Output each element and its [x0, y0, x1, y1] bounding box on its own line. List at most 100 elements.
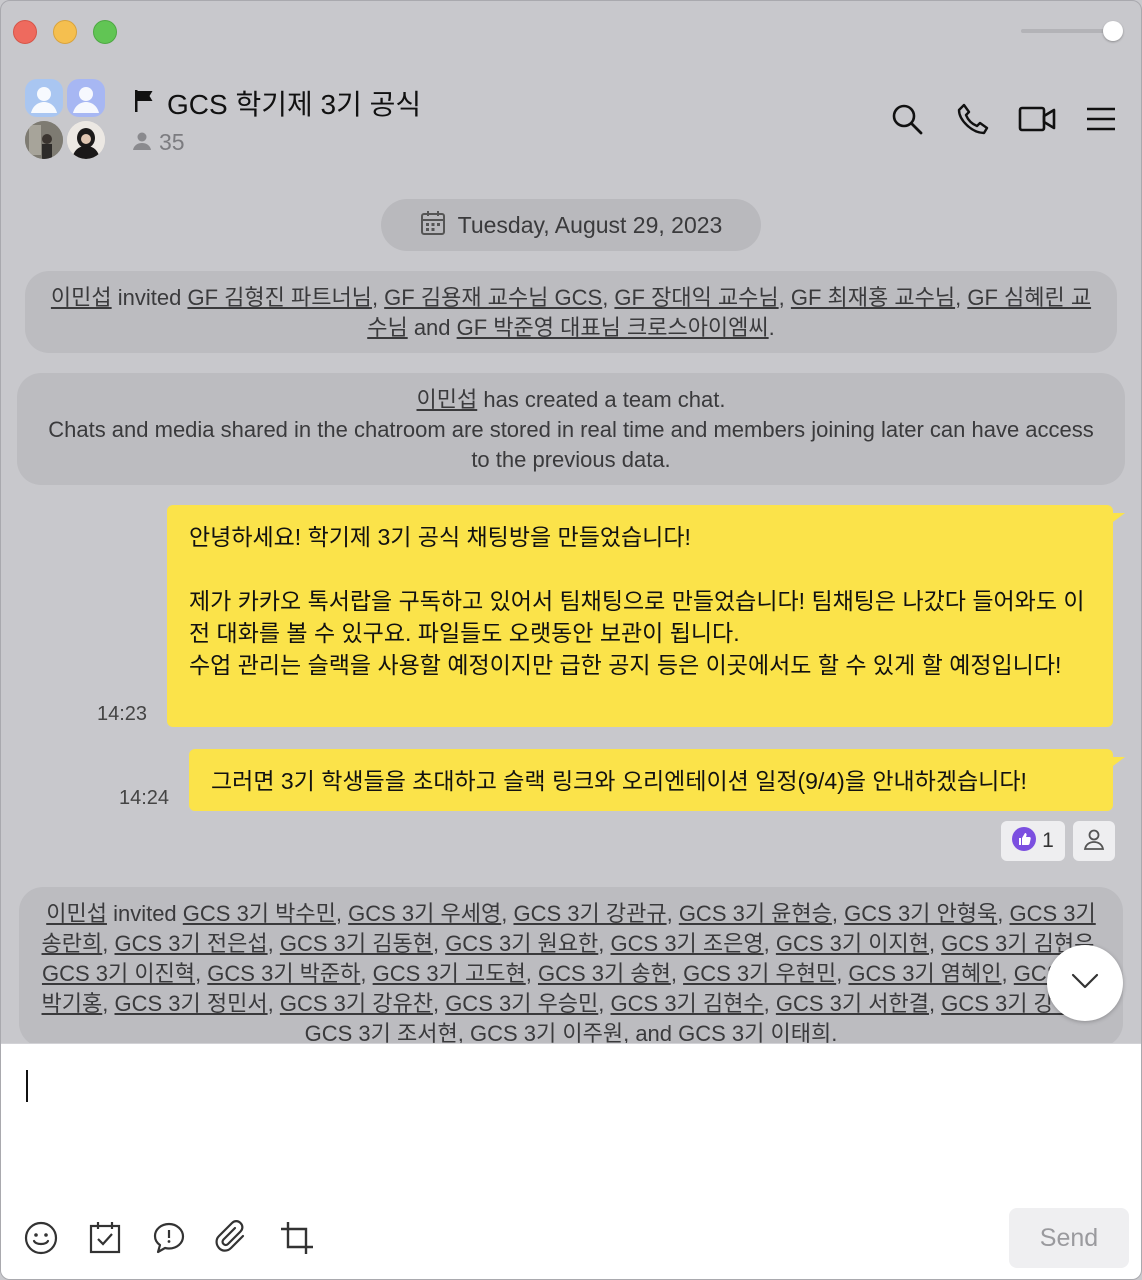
system-text: , — [928, 931, 942, 956]
system-text: , — [267, 991, 280, 1016]
system-text: and — [407, 315, 457, 340]
member-count-row[interactable]: 35 — [131, 129, 185, 156]
system-text: , — [102, 931, 115, 956]
message-line: 제가 카카오 톡서랍을 구독하고 있어서 팀채팅으로 만들었습니다! 팀채팅은 … — [189, 588, 1085, 646]
user-link[interactable]: 이민섭 — [51, 285, 112, 310]
system-text: , — [831, 901, 845, 926]
reaction-count: 1 — [1042, 829, 1054, 852]
reaction-badge[interactable]: 1 — [1001, 821, 1065, 861]
user-link[interactable]: GF 김용재 교수님 GCS — [384, 285, 602, 310]
message-line — [189, 553, 1091, 585]
user-link[interactable]: GCS 3기 박수민 — [183, 901, 336, 926]
thumbs-up-icon — [1012, 827, 1037, 855]
minimize-window-button[interactable] — [53, 20, 77, 44]
chat-avatar-group[interactable] — [25, 79, 107, 161]
opacity-slider-track[interactable] — [1021, 29, 1113, 33]
crop-icon[interactable] — [277, 1218, 317, 1258]
user-link[interactable]: GCS 3기 윤현승 — [679, 901, 832, 926]
message-bubble[interactable]: 그러면 3기 학생들을 초대하고 슬랙 링크와 오리엔테이션 일정(9/4)을 … — [189, 749, 1125, 811]
user-link[interactable]: GCS 3기 고도현 — [373, 961, 526, 986]
user-link[interactable]: GCS 3기 안형욱 — [844, 901, 997, 926]
user-link[interactable]: GCS 3기 강관규 — [513, 901, 666, 926]
system-text: , — [335, 901, 349, 926]
zoom-window-button[interactable] — [93, 20, 117, 44]
user-link[interactable]: GCS 3기 김현수 — [611, 991, 764, 1016]
user-link[interactable]: GCS 3기 이지현 — [776, 931, 929, 956]
search-icon[interactable] — [887, 99, 927, 139]
user-link[interactable]: GCS 3기 김동현 — [280, 931, 433, 956]
user-link[interactable]: GCS 3기 박준하 — [207, 961, 360, 986]
system-text: , — [432, 931, 446, 956]
attachment-icon[interactable] — [213, 1218, 253, 1258]
opacity-slider-knob[interactable] — [1103, 21, 1123, 41]
system-text: , — [598, 991, 611, 1016]
close-window-button[interactable] — [13, 20, 37, 44]
chat-title: GCS 학기제 3기 공식 — [167, 89, 422, 120]
chat-window: GCS 학기제 3기 공식 35 Tuesday, August 29, 202… — [0, 0, 1142, 1280]
scroll-to-bottom-button[interactable] — [1047, 945, 1123, 1021]
system-text: , — [267, 931, 280, 956]
user-link[interactable]: GCS 3기 강유찬 — [280, 991, 433, 1016]
user-link[interactable]: GCS 3기 이진혁 — [42, 961, 195, 986]
user-link[interactable]: GCS 3기 염혜인 — [848, 961, 1001, 986]
avatar — [67, 79, 105, 117]
system-text: , — [763, 931, 776, 956]
user-link[interactable]: GF 장대익 교수님 — [614, 285, 778, 310]
avatar — [25, 121, 63, 159]
user-link[interactable]: 이민섭 — [46, 901, 107, 926]
speech-bubble-icon[interactable] — [149, 1218, 189, 1258]
user-link[interactable]: GCS 3기 서한결 — [776, 991, 929, 1016]
user-link[interactable]: GCS 3기 원요한 — [445, 931, 598, 956]
system-text: , — [501, 901, 514, 926]
message-line: 그러면 3기 학생들을 초대하고 슬랙 링크와 오리엔테이션 일정(9/4)을 … — [211, 768, 1027, 794]
user-link[interactable]: GF 최재홍 교수님 — [791, 285, 955, 310]
system-text: , — [371, 285, 385, 310]
user-link[interactable]: GCS 3기 송현 — [538, 961, 671, 986]
person-icon — [131, 130, 153, 156]
message-timestamp: 14:24 — [119, 787, 170, 809]
member-count: 35 — [159, 129, 185, 155]
system-text: . — [768, 315, 775, 340]
user-link[interactable]: GCS 3기 전은섭 — [115, 931, 268, 956]
call-icon[interactable] — [953, 99, 993, 139]
send-button[interactable]: Send — [1009, 1208, 1129, 1268]
system-message-team-chat-created: 이민섭 has created a team chat. Chats and m… — [17, 373, 1125, 485]
system-text: , — [666, 901, 679, 926]
user-link[interactable]: GCS 3기 우세영 — [348, 901, 501, 926]
message-timestamp: 14:23 — [97, 703, 148, 725]
message-line: 안녕하세요! 학기제 3기 공식 채팅방을 만들었습니다! — [189, 524, 691, 550]
flag-icon — [131, 88, 157, 118]
calendar-icon[interactable] — [85, 1218, 125, 1258]
system-message-invite: 이민섭 invited GCS 3기 박수민, GCS 3기 우세영, GCS … — [19, 887, 1123, 1047]
system-text: invited — [111, 285, 188, 310]
user-link[interactable]: 이민섭 — [417, 387, 478, 412]
message-composer: Send — [1, 1043, 1141, 1279]
system-text: has created a team chat. — [477, 387, 726, 412]
user-link[interactable]: GCS 3기 조은영 — [611, 931, 764, 956]
user-link[interactable]: GCS 3기 정민서 — [115, 991, 268, 1016]
avatar — [25, 79, 63, 117]
system-message-invite: 이민섭 invited GF 김형진 파트너님, GF 김용재 교수님 GCS,… — [25, 271, 1117, 353]
calendar-icon — [420, 210, 446, 240]
chevron-down-icon — [1070, 972, 1100, 994]
system-text: , — [670, 961, 684, 986]
message-input[interactable] — [23, 1064, 1113, 1204]
user-link[interactable]: GCS 3기 우현민 — [683, 961, 836, 986]
text-caret — [26, 1070, 28, 1102]
menu-icon[interactable] — [1081, 99, 1121, 139]
date-divider: Tuesday, August 29, 2023 — [381, 199, 761, 251]
system-text: Chats and media shared in the chatroom a… — [48, 417, 1094, 472]
system-text: , — [997, 901, 1010, 926]
user-link[interactable]: GCS 3기 우승민 — [445, 991, 598, 1016]
video-call-icon[interactable] — [1017, 99, 1057, 139]
system-text: , — [955, 285, 968, 310]
message-bubble[interactable]: 안녕하세요! 학기제 3기 공식 채팅방을 만들었습니다! 제가 카카오 톡서랍… — [167, 505, 1125, 727]
system-text: , — [102, 991, 115, 1016]
emoji-icon[interactable] — [21, 1218, 61, 1258]
read-members-button[interactable] — [1073, 821, 1115, 861]
user-link[interactable]: GF 김형진 파트너님 — [187, 285, 371, 310]
person-icon — [1082, 827, 1106, 855]
user-link[interactable]: GF 박준영 대표님 크로스아이엠씨 — [457, 315, 769, 340]
chat-title-row: GCS 학기제 3기 공식 — [131, 85, 421, 121]
system-text: , — [602, 285, 615, 310]
